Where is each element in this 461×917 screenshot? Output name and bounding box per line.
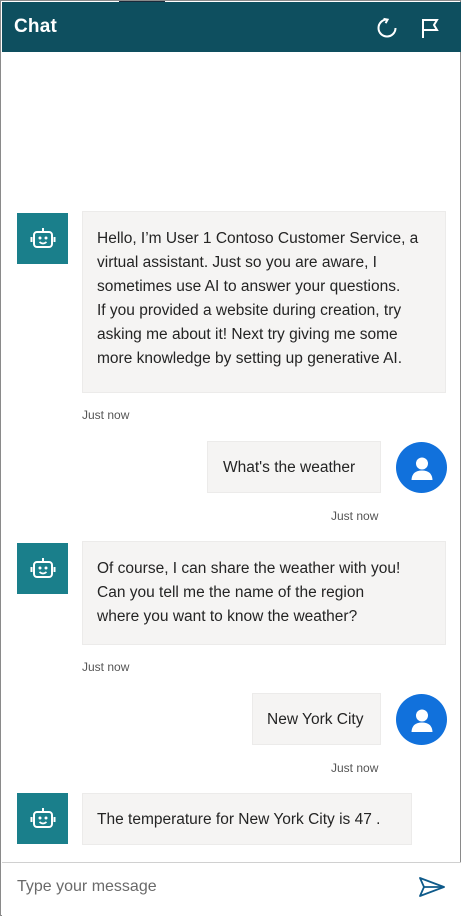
- bot-avatar: [17, 543, 68, 594]
- bot-avatar: [17, 793, 68, 844]
- flag-icon: [422, 19, 439, 38]
- bot-avatar: [17, 213, 68, 264]
- message-timestamp: Just now: [82, 408, 130, 422]
- bot-icon: [30, 557, 55, 578]
- user-avatar: [396, 694, 447, 745]
- user-icon: [411, 709, 432, 732]
- chat-header: Chat: [2, 2, 461, 52]
- send-button[interactable]: [416, 873, 448, 901]
- restart-button[interactable]: [374, 15, 400, 41]
- bot-icon: [30, 807, 55, 828]
- user-icon: [411, 457, 432, 480]
- chat-window: Chat Hello, I’m User 1 Contoso Customer …: [0, 0, 461, 917]
- bot-message-bubble: Of course, I can share the weather with …: [82, 541, 446, 645]
- bot-message-bubble: The temperature for New York City is 47 …: [82, 793, 412, 845]
- user-avatar: [396, 442, 447, 493]
- restart-icon: [377, 17, 397, 38]
- message-timestamp: Just now: [331, 761, 379, 775]
- user-message-bubble: What's the weather: [207, 441, 381, 493]
- message-input[interactable]: [7, 866, 427, 908]
- message-composer: [2, 862, 461, 917]
- bot-message-bubble: Hello, I’m User 1 Contoso Customer Servi…: [82, 211, 446, 393]
- chat-title: Chat: [14, 16, 58, 37]
- flag-button[interactable]: [417, 15, 443, 41]
- send-icon: [419, 877, 445, 897]
- message-timestamp: Just now: [331, 509, 379, 523]
- bot-icon: [30, 227, 55, 248]
- message-timestamp: Just now: [82, 660, 130, 674]
- user-message-bubble: New York City: [252, 693, 381, 745]
